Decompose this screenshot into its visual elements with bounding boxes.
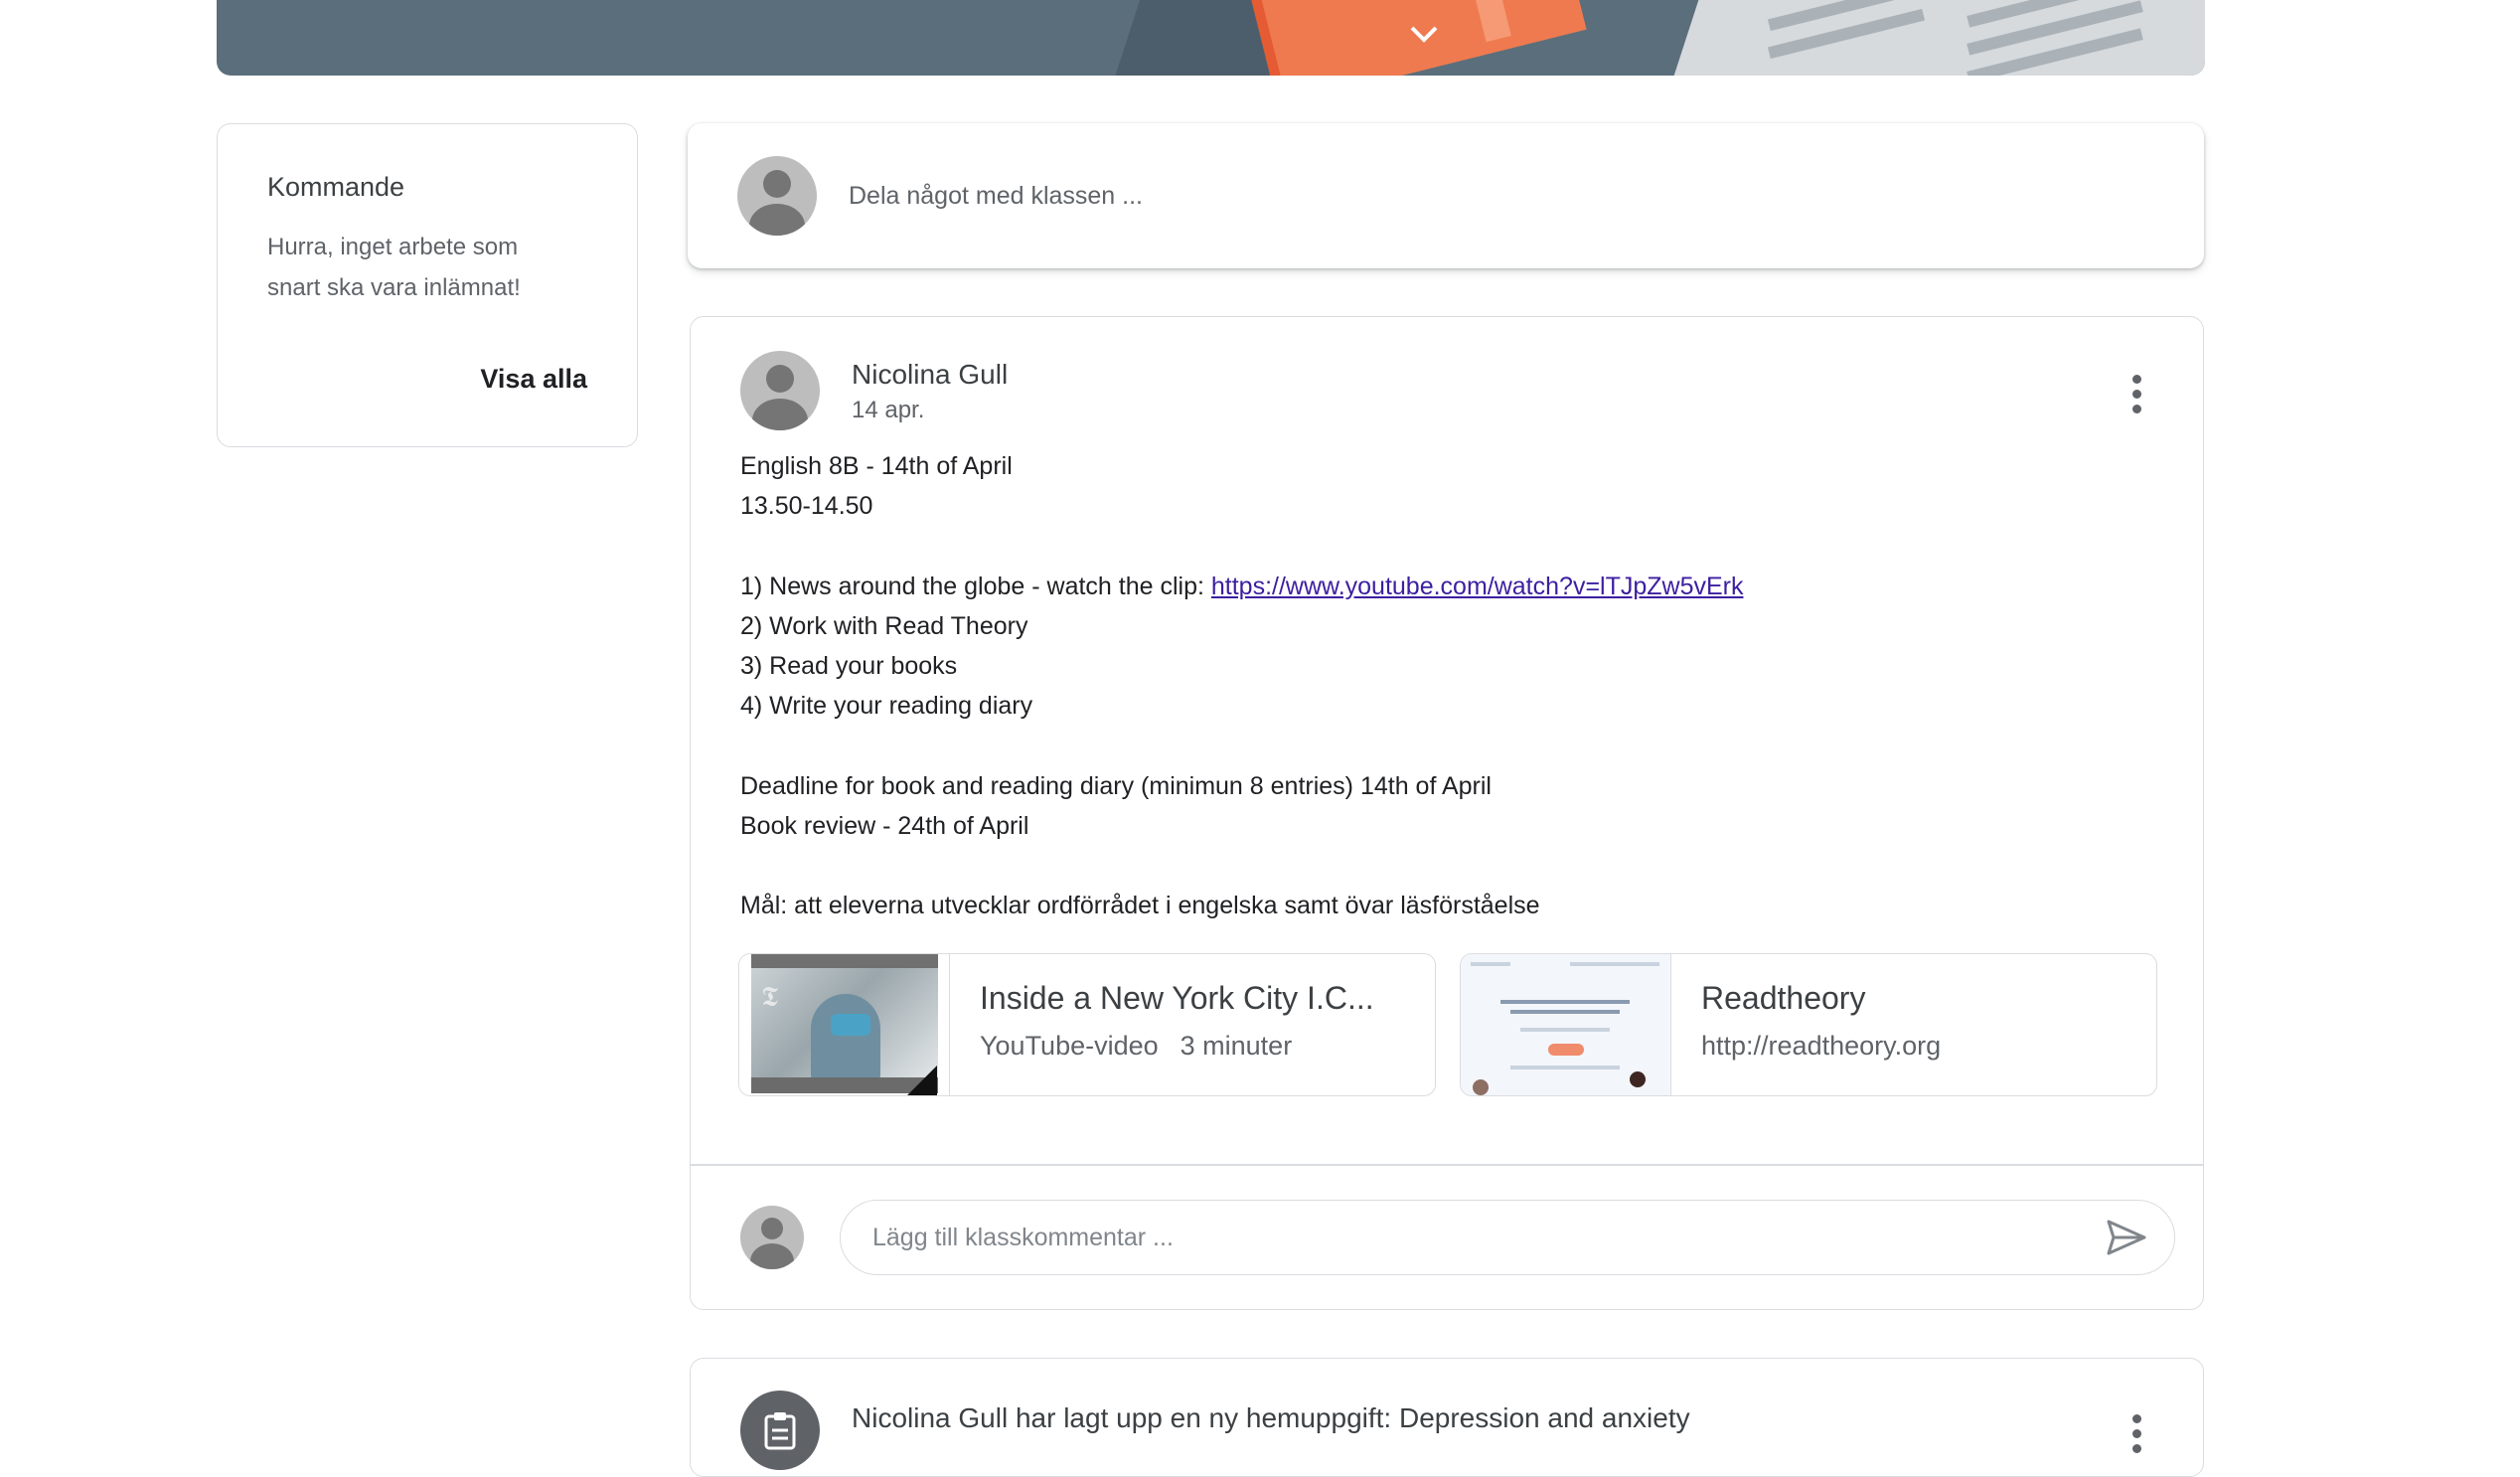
thumbnail-bar <box>1510 1066 1620 1069</box>
upcoming-message-line: snart ska vara inlämnat! <box>267 274 521 301</box>
thumbnail-bar <box>1520 1028 1610 1032</box>
assignment-post[interactable]: Nicolina Gull har lagt upp en ny hemuppg… <box>690 1358 2204 1477</box>
share-with-class-box[interactable]: Dela något med klassen ... <box>688 123 2204 268</box>
video-thumbnail: 𝕿 <box>739 954 950 1095</box>
clipboard-icon <box>764 1412 796 1450</box>
attachment-subtitle: YouTube-video 3 minuter <box>980 1031 1374 1062</box>
assignment-title: Nicolina Gull har lagt upp en ny hemuppg… <box>852 1402 1690 1433</box>
attachment-duration: 3 minuter <box>1180 1031 1293 1061</box>
divider <box>691 1164 2203 1166</box>
thumbnail-corner <box>907 1066 937 1095</box>
attachment-info: Readtheory http://readtheory.org <box>1671 954 1941 1095</box>
class-banner <box>217 0 2205 76</box>
comment-placeholder: Lägg till klasskommentar ... <box>872 1223 1174 1251</box>
avatar-body <box>749 204 805 236</box>
class-comment-input[interactable]: Lägg till klasskommentar ... <box>840 1200 2175 1275</box>
share-placeholder: Dela något med klassen ... <box>849 181 1143 210</box>
thumbnail-bar <box>1570 962 1659 966</box>
thumbnail-figure <box>811 994 880 1083</box>
link-thumbnail <box>1461 954 1671 1095</box>
assignment-icon <box>740 1391 820 1470</box>
upcoming-message: Hurra, inget arbete som snart ska vara i… <box>267 227 589 308</box>
thumbnail-mask <box>831 1014 870 1036</box>
post-line: 2) Work with Read Theory <box>740 611 1028 640</box>
post-line: 4) Write your reading diary <box>740 692 1033 721</box>
post-line: 3) Read your books <box>740 652 958 680</box>
thumbnail-bar <box>1510 1010 1620 1014</box>
send-icon[interactable] <box>2105 1218 2148 1257</box>
thumbnail-dot <box>1630 1071 1646 1087</box>
attachment-title: Readtheory <box>1701 980 1866 1016</box>
more-options-icon[interactable] <box>2129 1414 2143 1459</box>
post-body: English 8B - 14th of April 13.50-14.50 1… <box>740 446 2151 925</box>
post-author: Nicolina Gull <box>852 359 1009 390</box>
avatar-body <box>752 399 808 430</box>
avatar <box>737 156 817 236</box>
post-line: 1) News around the globe - watch the cli… <box>740 572 1744 600</box>
nyt-logo-icon: 𝕿 <box>761 980 779 1013</box>
announcement-post: Nicolina Gull 14 apr. English 8B - 14th … <box>690 316 2204 1310</box>
upcoming-message-line: Hurra, inget arbete som <box>267 234 519 260</box>
post-line: 13.50-14.50 <box>740 492 873 521</box>
thumbnail-dot <box>1473 1079 1489 1095</box>
attachment-link-readtheory[interactable]: Readtheory http://readtheory.org <box>1460 953 2157 1096</box>
avatar-head <box>761 1218 783 1239</box>
post-author-block: Nicolina Gull 14 apr. <box>852 351 1008 430</box>
avatar-head <box>763 170 791 198</box>
youtube-link[interactable]: https://www.youtube.com/watch?v=lTJpZw5v… <box>1211 573 1744 600</box>
attachment-type: YouTube-video <box>980 1031 1159 1061</box>
comment-row: Lägg till klasskommentar ... <box>740 1200 2175 1275</box>
post-line: Book review - 24th of April <box>740 811 1029 840</box>
avatar-head <box>766 365 794 393</box>
attachment-url: http://readtheory.org <box>1701 1031 1942 1061</box>
avatar-body <box>750 1243 794 1269</box>
post-line: Mål: att eleverna utvecklar ordförrådet … <box>740 892 1540 920</box>
avatar <box>740 351 820 430</box>
post-header: Nicolina Gull 14 apr. <box>740 351 1008 430</box>
view-all-button[interactable]: Visa alla <box>480 364 587 395</box>
post-line: English 8B - 14th of April <box>740 452 1013 480</box>
upcoming-title: Kommande <box>267 172 405 202</box>
chevron-down-icon[interactable] <box>1404 14 1444 54</box>
attachment-info: Inside a New York City I.C... YouTube-vi… <box>950 954 1374 1095</box>
thumbnail-bar <box>1471 962 1510 966</box>
avatar <box>740 1206 804 1269</box>
post-line: Deadline for book and reading diary (min… <box>740 771 1492 800</box>
more-options-icon[interactable] <box>2129 375 2143 414</box>
attachment-youtube-video[interactable]: 𝕿 Inside a New York City I.C... YouTube-… <box>738 953 1436 1096</box>
thumbnail-button <box>1548 1044 1584 1056</box>
post-date: 14 apr. <box>852 397 925 423</box>
attachment-title: Inside a New York City I.C... <box>980 980 1374 1016</box>
upcoming-card: Kommande Hurra, inget arbete som snart s… <box>217 123 638 447</box>
thumbnail-bar <box>1500 1000 1630 1004</box>
